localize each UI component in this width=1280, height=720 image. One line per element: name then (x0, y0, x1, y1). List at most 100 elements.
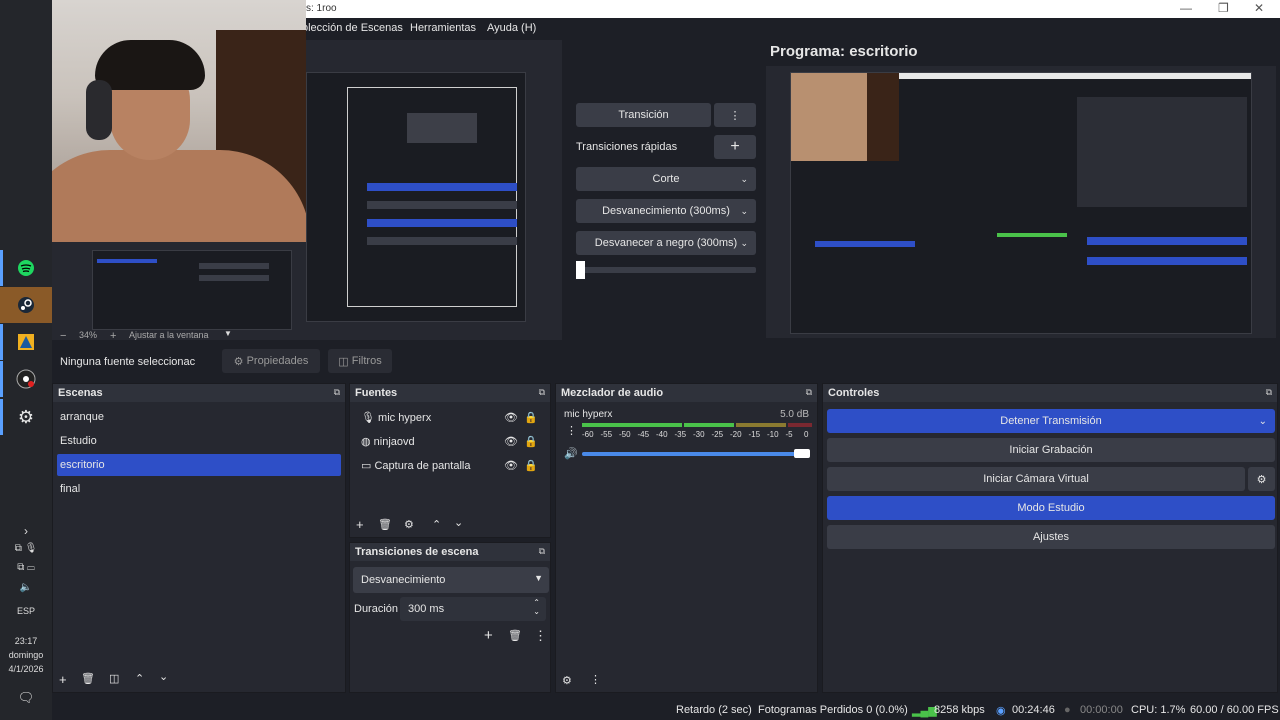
delete-transition-button[interactable]: 🗑 (508, 629, 522, 642)
transition-slider-handle[interactable] (576, 261, 585, 279)
duration-input[interactable]: 300 ms ⌃ ⌄ (400, 597, 546, 621)
scene-transitions-dock: Transiciones de escena ⧉ Desvanecimiento ▼… (349, 542, 551, 693)
menu-scene-collection[interactable]: olección de Escenas (302, 22, 403, 34)
quick-transition-cut[interactable]: Corte ⌄ (576, 167, 756, 191)
volume-icon[interactable]: 🔈 (0, 582, 52, 593)
speaker-icon[interactable]: 🔊 (564, 447, 578, 460)
quick-transitions-label: Transiciones rápidas (576, 141, 678, 153)
source-item[interactable]: ◍ ninjaovd 👁 🔒 (358, 430, 546, 452)
eye-icon[interactable]: 👁 (504, 411, 518, 424)
fit-window-select[interactable]: Ajustar a la ventana (129, 330, 209, 340)
transition-menu-icon[interactable]: ⋮ (714, 103, 756, 127)
menu-tools[interactable]: Herramientas (410, 22, 476, 34)
sources-title: Fuentes (355, 387, 398, 399)
close-icon[interactable]: ✕ (1254, 1, 1264, 15)
scene-filters-button[interactable]: ◫ (109, 672, 119, 685)
meter-tick-label: -10 (767, 430, 779, 439)
quick-transition-cut-label: Corte (652, 173, 680, 185)
popout-icon[interactable]: ⧉ (334, 387, 340, 398)
add-quick-transition-button[interactable]: + (714, 135, 756, 159)
add-transition-button[interactable]: + (484, 627, 493, 644)
scene-item-selected[interactable]: escritorio (57, 454, 341, 476)
source-toolbar: Ninguna fuente seleccionac ⚙ Propiedades… (52, 346, 1280, 378)
popout-icon[interactable]: ⧉ (539, 546, 545, 557)
controls-title: Controles (828, 387, 880, 399)
filters-button[interactable]: ◫ Filtros (328, 349, 392, 373)
chevron-down-icon: ⌄ (740, 205, 748, 216)
meter-tick-label: -45 (637, 430, 650, 439)
studio-mode-button[interactable]: Modo Estudio (827, 496, 1275, 520)
meter-tick-label: -40 (656, 430, 668, 439)
start-record-button[interactable]: Iniciar Grabación (827, 438, 1275, 462)
scenes-title: Escenas (58, 387, 103, 399)
lock-icon[interactable]: 🔒 (524, 459, 538, 472)
properties-button[interactable]: ⚙ Propiedades (222, 349, 320, 373)
menu-help[interactable]: Ayuda (H) (487, 22, 536, 34)
maximize-icon[interactable]: ❐ (1218, 1, 1229, 15)
program-area (766, 66, 1276, 338)
stream-icon: ◉ (996, 705, 1006, 717)
eye-icon[interactable]: 👁 (504, 459, 518, 472)
transition-type-select[interactable]: Desvanecimiento ▼ (353, 567, 549, 593)
settings-gear-icon[interactable]: ⚙ (0, 399, 52, 435)
minimize-icon[interactable]: — (1180, 1, 1192, 15)
popout-icon[interactable]: ⧉ (1266, 387, 1272, 398)
taskbar: ⚙ › ⧉ 🎙 ⧉ ▭ 🔈 ESP 23:17 domingo 4/1/2026… (0, 0, 52, 720)
chevron-down-icon[interactable]: ⌄ (1259, 416, 1267, 427)
more-icon[interactable]: ⋮ (534, 628, 547, 644)
spotify-icon[interactable] (0, 250, 52, 286)
lock-icon[interactable]: 🔒 (524, 435, 538, 448)
tray-icons[interactable]: ⧉ 🎙 (0, 543, 52, 554)
add-source-button[interactable]: + (356, 517, 364, 532)
zoom-in-button[interactable]: + (110, 330, 116, 342)
gear-icon[interactable]: ⚙ (1248, 467, 1275, 491)
scene-item[interactable]: arranque (57, 406, 341, 428)
more-icon[interactable]: ⋮ (566, 424, 577, 437)
tray-icons-2[interactable]: ⧉ ▭ (0, 562, 52, 573)
source-item[interactable]: ▭ Captura de pantalla 👁 🔒 (358, 454, 546, 476)
scene-item[interactable]: Estudio (57, 430, 341, 452)
virtual-camera-button[interactable]: Iniciar Cámara Virtual (827, 467, 1245, 491)
popout-icon[interactable]: ⧉ (539, 387, 545, 398)
mixer-settings-icon[interactable]: ⚙ (562, 674, 572, 687)
meter-tick-label: -55 (600, 430, 613, 439)
add-scene-button[interactable]: + (59, 672, 67, 687)
stream-time: 00:24:46 (1012, 704, 1055, 716)
scene-item[interactable]: final (57, 478, 341, 500)
kodi-icon[interactable] (0, 324, 52, 360)
popout-icon[interactable]: ⧉ (806, 387, 812, 398)
move-down-button[interactable]: ⌄ (159, 670, 168, 683)
controls-dock: Controles ⧉ Detener Transmisión ⌄ Iniciar … (822, 383, 1278, 693)
filters-label: Filtros (351, 355, 382, 367)
volume-slider[interactable] (582, 452, 810, 456)
notification-icon[interactable]: 🗨 (0, 690, 52, 706)
move-down-button[interactable]: ⌄ (454, 516, 463, 529)
chevron-right-icon[interactable]: › (0, 524, 52, 538)
zoom-out-button[interactable]: − (60, 330, 66, 342)
delete-scene-button[interactable]: 🗑 (81, 672, 95, 685)
quick-transition-fade-black[interactable]: Desvanecer a negro (300ms) ⌄ (576, 231, 756, 255)
delete-source-button[interactable]: 🗑 (378, 518, 392, 531)
stepper-icon[interactable]: ⌃ ⌄ (533, 598, 540, 616)
preview-canvas (306, 72, 526, 322)
channel-db: 5.0 dB (780, 409, 809, 420)
settings-button[interactable]: Ajustes (827, 525, 1275, 549)
source-settings-button[interactable]: ⚙ (404, 518, 414, 531)
steam-icon[interactable] (0, 287, 52, 323)
eye-icon[interactable]: 👁 (504, 435, 518, 448)
meter-tick-label: -30 (693, 430, 705, 439)
lock-icon[interactable]: 🔒 (524, 411, 538, 424)
move-up-button[interactable]: ⌃ (432, 518, 441, 531)
transition-button[interactable]: Transición (576, 103, 711, 127)
source-item[interactable]: 🎙 mic hyperx 👁 🔒 (358, 406, 546, 428)
volume-slider-handle[interactable] (794, 449, 810, 458)
fps-status: 60.00 / 60.00 FPS (1190, 704, 1279, 716)
stop-stream-button[interactable]: Detener Transmisión ⌄ (827, 409, 1275, 433)
quick-transition-fade[interactable]: Desvanecimiento (300ms) ⌄ (576, 199, 756, 223)
more-icon[interactable]: ⋮ (590, 673, 601, 686)
obs-icon[interactable] (0, 361, 52, 397)
move-up-button[interactable]: ⌃ (135, 672, 144, 685)
language-indicator[interactable]: ESP (0, 606, 52, 616)
transition-slider[interactable] (576, 267, 756, 273)
chevron-down-icon[interactable]: ▼ (224, 329, 232, 338)
